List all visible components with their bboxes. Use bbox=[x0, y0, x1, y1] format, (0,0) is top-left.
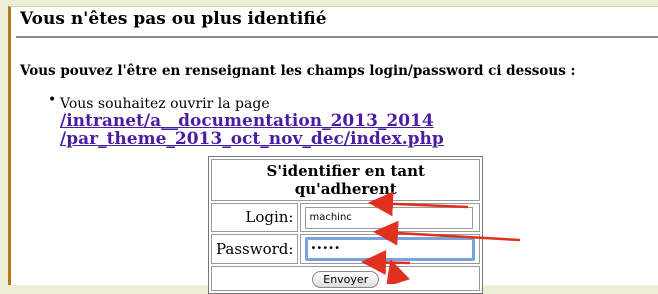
bullet-icon: • bbox=[48, 92, 57, 108]
login-label: Login: bbox=[211, 203, 299, 232]
page-title: Vous n'êtes pas ou plus identifié bbox=[20, 9, 327, 29]
login-input[interactable] bbox=[305, 206, 474, 229]
login-form-header: S'identifier en tant qu'adherent bbox=[211, 159, 481, 201]
password-label: Password: bbox=[211, 233, 299, 264]
submit-cell: Envoyer bbox=[211, 265, 481, 291]
list-item: Vous souhaitez ouvrir la page /intranet/… bbox=[60, 96, 620, 149]
target-page-link[interactable]: /intranet/a__documentation_2013_2014 /pa… bbox=[60, 111, 444, 149]
login-form: S'identifier en tant qu'adherent Login: … bbox=[208, 156, 484, 294]
page-subtitle: Vous pouvez l'être en renseignant les ch… bbox=[20, 63, 576, 79]
password-input[interactable] bbox=[305, 236, 476, 261]
submit-button[interactable]: Envoyer bbox=[312, 270, 380, 288]
item-prefix: Vous souhaitez ouvrir la page bbox=[60, 96, 270, 112]
divider bbox=[16, 36, 658, 38]
